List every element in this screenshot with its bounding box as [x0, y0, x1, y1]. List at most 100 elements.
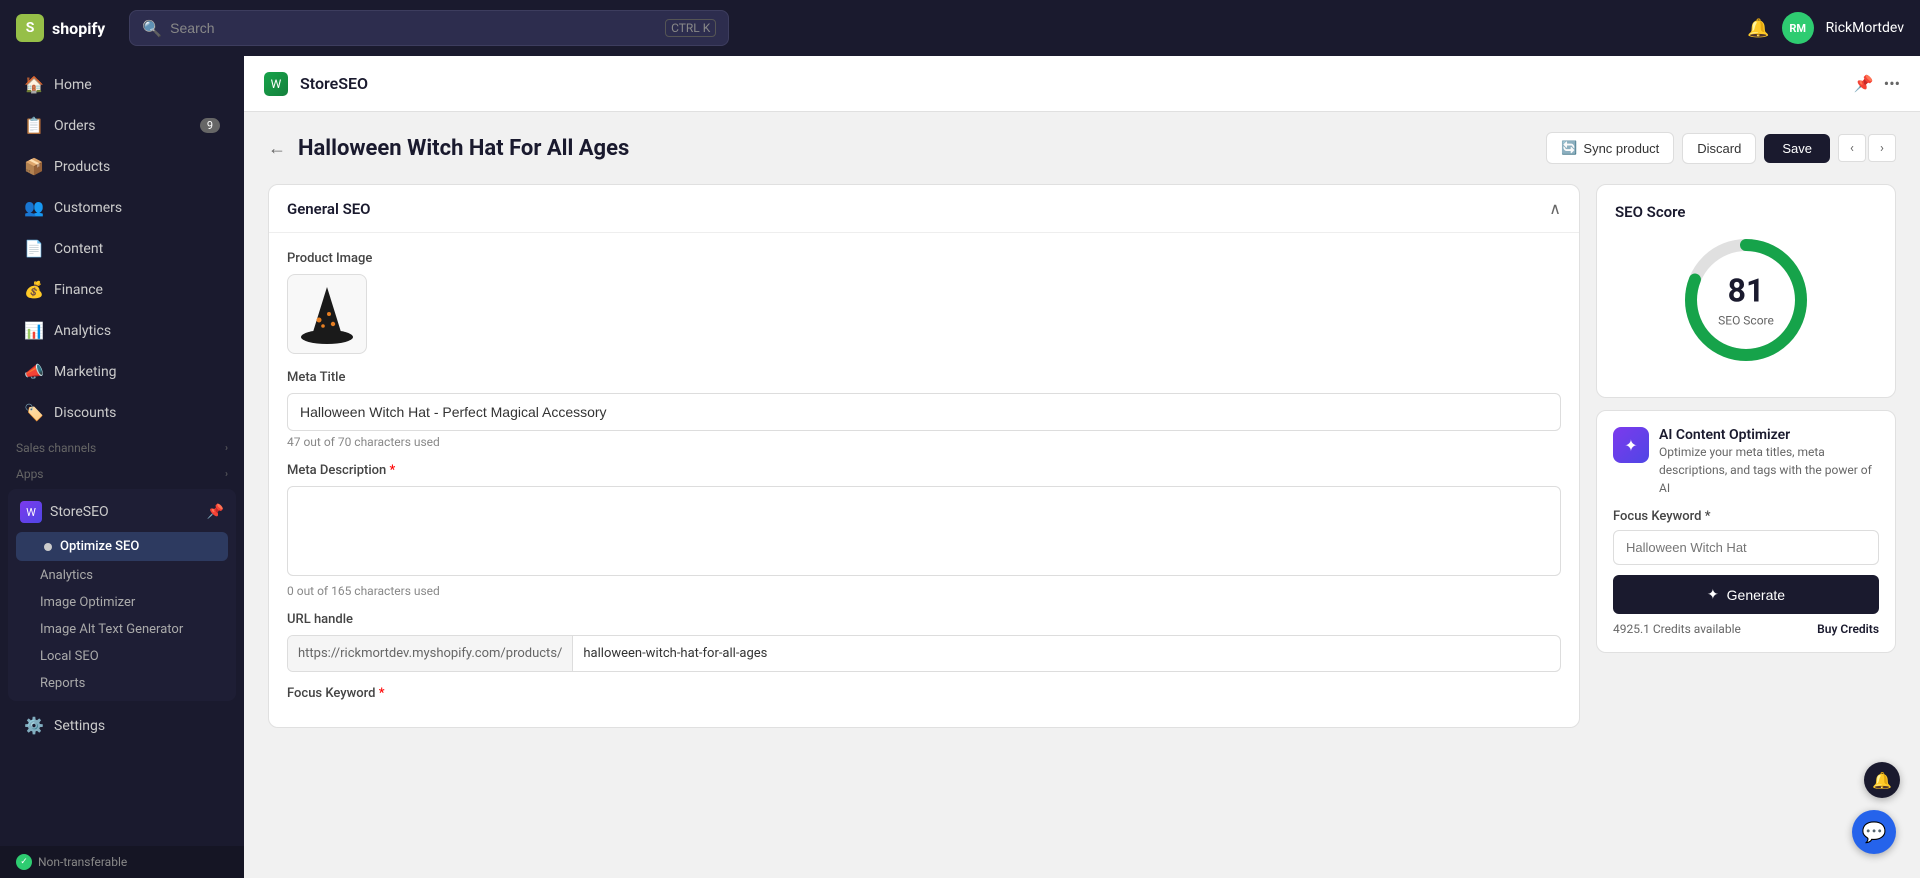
- sidebar-item-customers-label: Customers: [54, 200, 122, 216]
- search-input[interactable]: [170, 20, 657, 36]
- non-transferable-icon: ✓: [16, 854, 32, 870]
- sidebar-item-products[interactable]: 📦 Products: [8, 147, 236, 186]
- search-shortcut: CTRL K: [665, 19, 716, 37]
- focus-keyword-required: *: [379, 686, 385, 701]
- sales-channels-section: Sales channels ›: [0, 433, 244, 459]
- page-title-row: ← Halloween Witch Hat For All Ages 🔄 Syn…: [268, 132, 1896, 164]
- products-icon: 📦: [24, 157, 44, 176]
- shopify-logo: S shopify: [16, 14, 105, 42]
- score-text: 81 SEO Score: [1718, 272, 1774, 329]
- collapse-icon[interactable]: ∧: [1549, 199, 1561, 218]
- url-handle-label: URL handle: [287, 612, 1561, 627]
- discard-button[interactable]: Discard: [1682, 133, 1756, 164]
- pin-icon[interactable]: 📌: [1854, 74, 1874, 93]
- meta-description-input[interactable]: [287, 486, 1561, 576]
- sidebar-item-settings[interactable]: ⚙️ Settings: [8, 706, 236, 745]
- right-panel: SEO Score 81 SEO Score: [1596, 184, 1896, 653]
- non-transferable-label: Non-transferable: [38, 855, 127, 869]
- generate-icon: ✦: [1707, 586, 1719, 603]
- generate-button[interactable]: ✦ Generate: [1613, 575, 1879, 614]
- search-bar[interactable]: 🔍 CTRL K: [129, 10, 729, 46]
- shopify-logo-text: shopify: [52, 19, 105, 38]
- save-button[interactable]: Save: [1764, 134, 1830, 163]
- url-prefix: https://rickmortdev.myshopify.com/produc…: [288, 636, 573, 671]
- discounts-icon: 🏷️: [24, 403, 44, 422]
- sidebar-item-optimize-seo[interactable]: Optimize SEO: [16, 532, 228, 561]
- focus-keyword-field-input[interactable]: [1613, 530, 1879, 565]
- analytics-icon: 📊: [24, 321, 44, 340]
- storeseo-name: StoreSEO: [50, 504, 109, 520]
- storeseo-header[interactable]: W StoreSEO 📌: [8, 493, 236, 531]
- sales-channels-expand-icon[interactable]: ›: [225, 443, 228, 454]
- sidebar-item-finance-label: Finance: [54, 282, 103, 298]
- meta-description-char-count: 0 out of 165 characters used: [287, 584, 1561, 598]
- orders-badge: 9: [200, 118, 220, 133]
- sidebar-item-image-optimizer[interactable]: Image Optimizer: [8, 589, 236, 616]
- image-optimizer-label: Image Optimizer: [40, 595, 135, 610]
- next-arrow[interactable]: ›: [1868, 134, 1896, 162]
- credits-row: 4925.1 Credits available Buy Credits: [1613, 622, 1879, 636]
- sidebar-item-analytics[interactable]: 📊 Analytics: [8, 311, 236, 350]
- prev-arrow[interactable]: ‹: [1838, 134, 1866, 162]
- content-area: W StoreSEO 📌 ••• ← Halloween Witch Hat F…: [244, 56, 1920, 878]
- meta-title-input[interactable]: [287, 393, 1561, 431]
- analytics-sub-label: Analytics: [40, 568, 93, 583]
- non-transferable-bar: ✓ Non-transferable: [0, 846, 244, 878]
- sidebar-item-marketing[interactable]: 📣 Marketing: [8, 352, 236, 391]
- title-actions: 🔄 Sync product Discard Save ‹ ›: [1546, 132, 1896, 164]
- customers-icon: 👥: [24, 198, 44, 217]
- buy-credits-link[interactable]: Buy Credits: [1817, 622, 1879, 636]
- page-content: ← Halloween Witch Hat For All Ages 🔄 Syn…: [244, 112, 1920, 878]
- sidebar-item-orders[interactable]: 📋 Orders 9: [8, 106, 236, 145]
- seo-score-card: SEO Score 81 SEO Score: [1596, 184, 1896, 398]
- chat-bubble[interactable]: 💬: [1852, 810, 1896, 854]
- seo-score-title: SEO Score: [1615, 203, 1877, 221]
- more-icon[interactable]: •••: [1884, 74, 1900, 93]
- sidebar-item-home-label: Home: [54, 77, 92, 93]
- shopify-logo-icon: S: [16, 14, 44, 42]
- topbar-right: 🔔 RM RickMortdev: [1747, 12, 1904, 44]
- storeseo-pin-icon: 📌: [207, 504, 224, 520]
- bell-icon[interactable]: 🔔: [1747, 18, 1769, 39]
- product-image: [297, 282, 357, 347]
- meta-title-char-count: 47 out of 70 characters used: [287, 435, 1561, 449]
- product-image-label: Product Image: [287, 251, 1561, 266]
- home-icon: 🏠: [24, 75, 44, 94]
- apps-label: Apps: [16, 467, 44, 481]
- meta-description-label: Meta Description *: [287, 463, 1561, 478]
- storeseo-group: W StoreSEO 📌 Optimize SEO Analytics Imag…: [8, 489, 236, 701]
- apps-expand-icon[interactable]: ›: [225, 469, 228, 480]
- focus-keyword-field-label: Focus Keyword *: [1613, 509, 1879, 524]
- sidebar-item-discounts[interactable]: 🏷️ Discounts: [8, 393, 236, 432]
- username: RickMortdev: [1826, 20, 1904, 36]
- header-right-icons: 📌 •••: [1854, 74, 1900, 93]
- ai-optimizer-card: ✦ AI Content Optimizer Optimize your met…: [1596, 410, 1896, 653]
- sidebar-item-content-label: Content: [54, 241, 103, 257]
- sidebar-item-finance[interactable]: 💰 Finance: [8, 270, 236, 309]
- local-seo-label: Local SEO: [40, 649, 99, 664]
- panel-header: General SEO ∧: [269, 185, 1579, 233]
- panel-body: Product Image: [269, 233, 1579, 727]
- notification-bubble[interactable]: 🔔: [1864, 762, 1900, 798]
- optimize-dot: [44, 543, 52, 551]
- score-number: 81: [1718, 272, 1774, 310]
- content-icon: 📄: [24, 239, 44, 258]
- sales-channels-label: Sales channels: [16, 441, 96, 455]
- reports-label: Reports: [40, 676, 85, 691]
- url-handle-wrapper: https://rickmortdev.myshopify.com/produc…: [287, 635, 1561, 672]
- orders-icon: 📋: [24, 116, 44, 135]
- product-image-box: [287, 274, 367, 354]
- sidebar-item-reports[interactable]: Reports: [8, 670, 236, 697]
- sidebar-item-local-seo[interactable]: Local SEO: [8, 643, 236, 670]
- meta-title-label: Meta Title: [287, 370, 1561, 385]
- sync-product-button[interactable]: 🔄 Sync product: [1546, 132, 1674, 164]
- sidebar-item-content[interactable]: 📄 Content: [8, 229, 236, 268]
- sidebar-item-image-alt-text[interactable]: Image Alt Text Generator: [8, 616, 236, 643]
- main-panel: General SEO ∧ Product Image: [268, 184, 1580, 728]
- sidebar-item-home[interactable]: 🏠 Home: [8, 65, 236, 104]
- sidebar-item-analytics-label: Analytics: [54, 323, 111, 339]
- sidebar-item-analytics-sub[interactable]: Analytics: [8, 562, 236, 589]
- back-button[interactable]: ←: [268, 138, 286, 159]
- score-circle-wrapper: 81 SEO Score: [1615, 235, 1877, 365]
- sidebar-item-customers[interactable]: 👥 Customers: [8, 188, 236, 227]
